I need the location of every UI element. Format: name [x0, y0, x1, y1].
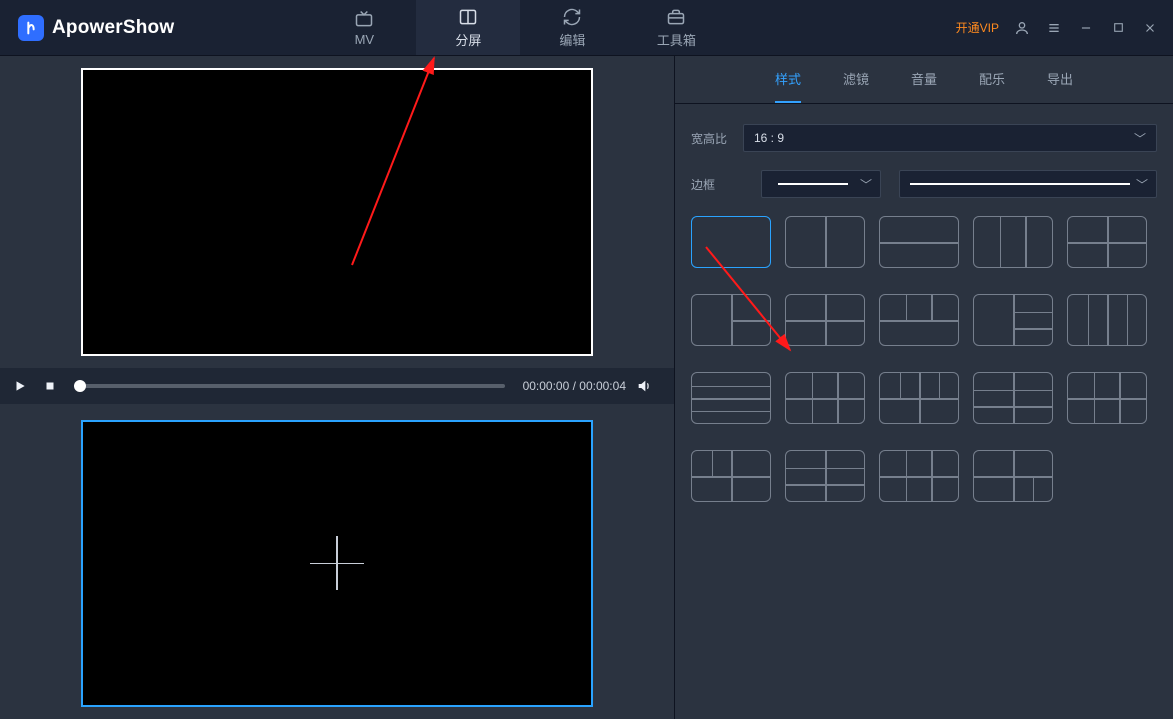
play-button[interactable] [10, 376, 30, 396]
layout-option-8[interactable] [973, 294, 1053, 346]
right-panel: 样式 滤镜 音量 配乐 导出 宽高比 16 : 9 ﹀ 边框 ﹀ ﹀ [674, 56, 1173, 719]
progress-slider[interactable] [80, 384, 505, 388]
chevron-down-icon: ﹀ [1136, 176, 1148, 193]
layout-option-17[interactable] [879, 450, 959, 502]
layout-option-15[interactable] [691, 450, 771, 502]
layout-grid [691, 216, 1157, 506]
tab-export[interactable]: 导出 [1047, 56, 1073, 103]
aspect-label: 宽高比 [691, 130, 743, 147]
tab-volume[interactable]: 音量 [911, 56, 937, 103]
layout-option-12[interactable] [879, 372, 959, 424]
aspect-select[interactable]: 16 : 9 ﹀ [743, 124, 1157, 152]
layout-option-5[interactable] [691, 294, 771, 346]
user-icon[interactable] [1013, 19, 1031, 37]
left-panel: 00:00:00 / 00:00:04 [0, 56, 674, 719]
header-right: 开通VIP [956, 19, 1173, 37]
playback-bar: 00:00:00 / 00:00:04 [0, 368, 674, 404]
layout-option-9[interactable] [1067, 294, 1147, 346]
nav-toolbox[interactable]: 工具箱 [624, 0, 728, 55]
nav-edit[interactable]: 编辑 [520, 0, 624, 55]
close-button[interactable] [1141, 19, 1159, 37]
layout-option-6[interactable] [785, 294, 865, 346]
layout-option-16[interactable] [785, 450, 865, 502]
menu-icon[interactable] [1045, 19, 1063, 37]
top-nav: MV 分屏 编辑 工具箱 [312, 0, 728, 55]
border-row: 边框 ﹀ ﹀ [691, 170, 1157, 198]
layout-option-1[interactable] [785, 216, 865, 268]
vip-link[interactable]: 开通VIP [956, 19, 999, 36]
aspect-row: 宽高比 16 : 9 ﹀ [691, 124, 1157, 152]
layout-option-10[interactable] [691, 372, 771, 424]
app-logo: ApowerShow [0, 15, 192, 41]
minimize-button[interactable] [1077, 19, 1095, 37]
layout-option-0[interactable] [691, 216, 771, 268]
toolbox-icon [666, 6, 686, 28]
border-color-select[interactable]: ﹀ [899, 170, 1157, 198]
layout-option-18[interactable] [973, 450, 1053, 502]
time-display: 00:00:00 / 00:00:04 [523, 379, 626, 393]
chevron-down-icon: ﹀ [860, 176, 872, 193]
logo-icon [18, 15, 44, 41]
app-header: ApowerShow MV 分屏 编辑 工具箱 [0, 0, 1173, 56]
tv-icon [354, 8, 374, 30]
layout-option-7[interactable] [879, 294, 959, 346]
maximize-button[interactable] [1109, 19, 1127, 37]
add-media-slot[interactable] [81, 420, 593, 707]
tab-style[interactable]: 样式 [775, 56, 801, 103]
border-label: 边框 [691, 176, 743, 193]
layout-option-11[interactable] [785, 372, 865, 424]
layout-option-4[interactable] [1067, 216, 1147, 268]
tab-music[interactable]: 配乐 [979, 56, 1005, 103]
tab-filter[interactable]: 滤镜 [843, 56, 869, 103]
layout-option-13[interactable] [973, 372, 1053, 424]
app-title: ApowerShow [52, 17, 174, 39]
right-tabs: 样式 滤镜 音量 配乐 导出 [675, 56, 1173, 104]
volume-icon[interactable] [634, 376, 654, 396]
stop-button[interactable] [40, 376, 60, 396]
layout-option-3[interactable] [973, 216, 1053, 268]
nav-split[interactable]: 分屏 [416, 0, 520, 55]
layout-option-2[interactable] [879, 216, 959, 268]
nav-mv[interactable]: MV [312, 0, 416, 55]
border-style-select[interactable]: ﹀ [761, 170, 881, 198]
split-icon [458, 6, 478, 28]
layout-option-14[interactable] [1067, 372, 1147, 424]
chevron-down-icon: ﹀ [1134, 130, 1146, 147]
video-preview[interactable] [81, 68, 593, 356]
refresh-icon [562, 6, 582, 28]
